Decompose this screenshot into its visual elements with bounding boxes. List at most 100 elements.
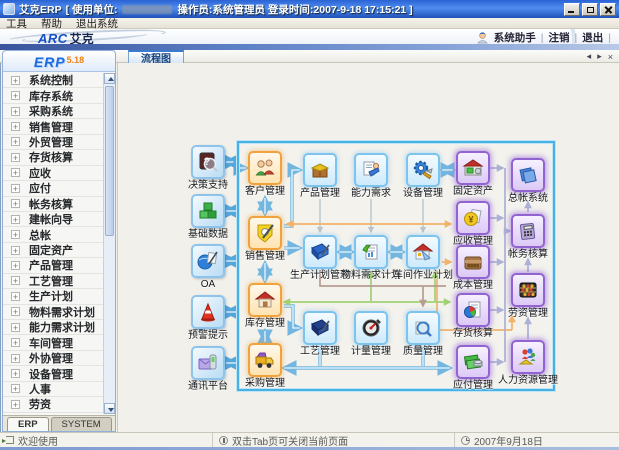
- sidebar-item[interactable]: + 固定资产: [3, 243, 103, 258]
- close-button[interactable]: [600, 3, 616, 16]
- calc-icon: [511, 214, 545, 248]
- flow-node-label: 采购管理: [220, 378, 310, 389]
- sidebar-item[interactable]: + 采购系统: [3, 104, 103, 119]
- sidebar-item-label: 产品管理: [29, 257, 73, 273]
- title-session-info: 操作员:系统管理员 登录时间:2007-9-18 17:15:21 ]: [178, 2, 413, 17]
- sidebar-tab-system[interactable]: SYSTEM: [51, 417, 112, 431]
- expand-icon[interactable]: +: [11, 199, 20, 208]
- sidebar-item[interactable]: + 设备管理: [3, 366, 103, 381]
- books-icon: [511, 158, 545, 192]
- expand-icon[interactable]: +: [11, 384, 20, 393]
- scrollbar-thumb[interactable]: [105, 86, 114, 236]
- erp-logo: ERP 5.18: [3, 51, 115, 72]
- sidebar-item[interactable]: +物料需求计划: [3, 305, 103, 320]
- sidebar-item-label: 采购系统: [29, 103, 73, 119]
- banner-link[interactable]: 系统助手: [494, 30, 536, 44]
- sidebar-tabs: ERPSYSTEM: [3, 415, 115, 431]
- sidebar-item[interactable]: + 人事: [3, 382, 103, 397]
- scroll-down-icon[interactable]: [104, 403, 115, 414]
- sidebar-item[interactable]: + 生产计划: [3, 289, 103, 304]
- sidebar-item[interactable]: +应收: [3, 166, 103, 181]
- sidebar-item-label: 帐务核算: [29, 196, 73, 212]
- tab-flowchart[interactable]: 流程图: [128, 50, 184, 63]
- sidebar-tab-erp[interactable]: ERP: [7, 417, 49, 431]
- people-color-icon: [511, 340, 545, 374]
- menu-bar: 工具帮助退出系统: [0, 18, 619, 29]
- arc-logo-en: ARC: [38, 31, 68, 44]
- expand-icon[interactable]: +: [11, 307, 20, 316]
- expand-icon[interactable]: +: [11, 153, 20, 162]
- sidebar-item-label: 建帐向导: [29, 211, 73, 227]
- scroll-up-icon[interactable]: [104, 73, 115, 84]
- flow-node-label: 人力资源管理: [483, 375, 573, 386]
- flow-node-payroll-mgmt[interactable]: 劳资管理: [483, 273, 573, 319]
- sidebar-item-label: 固定资产: [29, 242, 73, 258]
- expand-icon[interactable]: +: [11, 354, 20, 363]
- sidebar-item-label: 应付: [29, 180, 51, 196]
- sidebar-item[interactable]: + 存货核算: [3, 150, 103, 165]
- arc-logo: ARC 艾克: [38, 30, 94, 44]
- expand-icon[interactable]: +: [11, 122, 20, 131]
- expand-icon[interactable]: +: [11, 184, 20, 193]
- sidebar-item-label: 人事: [29, 381, 51, 397]
- sidebar-item-label: 设备管理: [29, 366, 73, 382]
- tab-next-icon[interactable]: ▸: [597, 51, 602, 62]
- link-separator: |: [608, 32, 611, 44]
- sidebar-item[interactable]: +系统控制: [3, 73, 103, 88]
- expand-icon[interactable]: +: [11, 137, 20, 146]
- expand-icon[interactable]: +: [11, 276, 20, 285]
- sidebar-item-label: 总帐: [29, 227, 51, 243]
- sidebar-item-label: 存货核算: [29, 149, 73, 165]
- flow-node-account-checking[interactable]: 帐务核算: [483, 214, 573, 260]
- tab-close-icon[interactable]: ×: [608, 52, 613, 62]
- sidebar-item[interactable]: +外协管理: [3, 351, 103, 366]
- sidebar-item[interactable]: + 总帐: [3, 227, 103, 242]
- expand-icon[interactable]: +: [11, 323, 20, 332]
- sidebar-nav: +系统控制+库存系统+采购系统+销售管理+外贸管理+存货核算+应收+应付+帐务核…: [3, 73, 115, 414]
- expand-icon[interactable]: +: [11, 261, 20, 270]
- sidebar-item-label: 外贸管理: [29, 134, 73, 150]
- expand-icon[interactable]: +: [11, 168, 20, 177]
- minimize-button[interactable]: [564, 3, 580, 16]
- sidebar-item-label: 能力需求计划: [29, 319, 95, 335]
- expand-icon[interactable]: +: [11, 76, 20, 85]
- expand-icon[interactable]: +: [11, 292, 20, 301]
- expand-icon[interactable]: +: [11, 338, 20, 347]
- erp-logo-text: ERP: [34, 54, 66, 70]
- flow-node-hr-mgmt[interactable]: 人力资源管理: [483, 340, 573, 386]
- sidebar-item[interactable]: + 应付: [3, 181, 103, 196]
- banner-link[interactable]: 注销: [549, 30, 570, 44]
- app-icon: [3, 3, 15, 15]
- sidebar-item[interactable]: +库存系统: [3, 88, 103, 103]
- expand-icon[interactable]: +: [11, 400, 20, 409]
- expand-icon[interactable]: +: [11, 215, 20, 224]
- banner-links: 系统助手|注销|退出|: [476, 30, 611, 44]
- sidebar-item[interactable]: + 能力需求计划: [3, 320, 103, 335]
- link-separator: |: [575, 32, 578, 44]
- expand-icon[interactable]: +: [11, 91, 20, 100]
- expand-icon[interactable]: +: [11, 107, 20, 116]
- status-date: 2007年9月18日: [474, 433, 543, 448]
- sidebar-item[interactable]: + 产品管理: [3, 258, 103, 273]
- sidebar-scrollbar[interactable]: [103, 73, 115, 414]
- flow-node-general-ledger[interactable]: 总帐系统: [483, 158, 573, 204]
- banner-link[interactable]: 退出: [582, 30, 603, 44]
- expand-icon[interactable]: +: [11, 230, 20, 239]
- info-icon: [219, 436, 228, 445]
- sidebar-item[interactable]: +劳资: [3, 397, 103, 412]
- expand-icon[interactable]: +: [11, 246, 20, 255]
- flow-node-label: 总帐系统: [483, 193, 573, 204]
- sidebar-item[interactable]: +销售管理: [3, 119, 103, 134]
- sidebar-item-label: 车间管理: [29, 335, 73, 351]
- sidebar-item[interactable]: + 车间管理: [3, 335, 103, 350]
- expand-icon[interactable]: +: [11, 369, 20, 378]
- sidebar-item[interactable]: + 建帐向导: [3, 212, 103, 227]
- sidebar-item[interactable]: + 外贸管理: [3, 135, 103, 150]
- restore-button[interactable]: [582, 3, 598, 16]
- sidebar-item[interactable]: + 帐务核算: [3, 197, 103, 212]
- sidebar-item-label: 生产计划: [29, 288, 73, 304]
- tab-prev-icon[interactable]: ◂: [587, 51, 592, 62]
- sidebar-item-label: 工艺管理: [29, 273, 73, 289]
- svg-text:¥: ¥: [468, 215, 473, 225]
- sidebar-item[interactable]: + 工艺管理: [3, 274, 103, 289]
